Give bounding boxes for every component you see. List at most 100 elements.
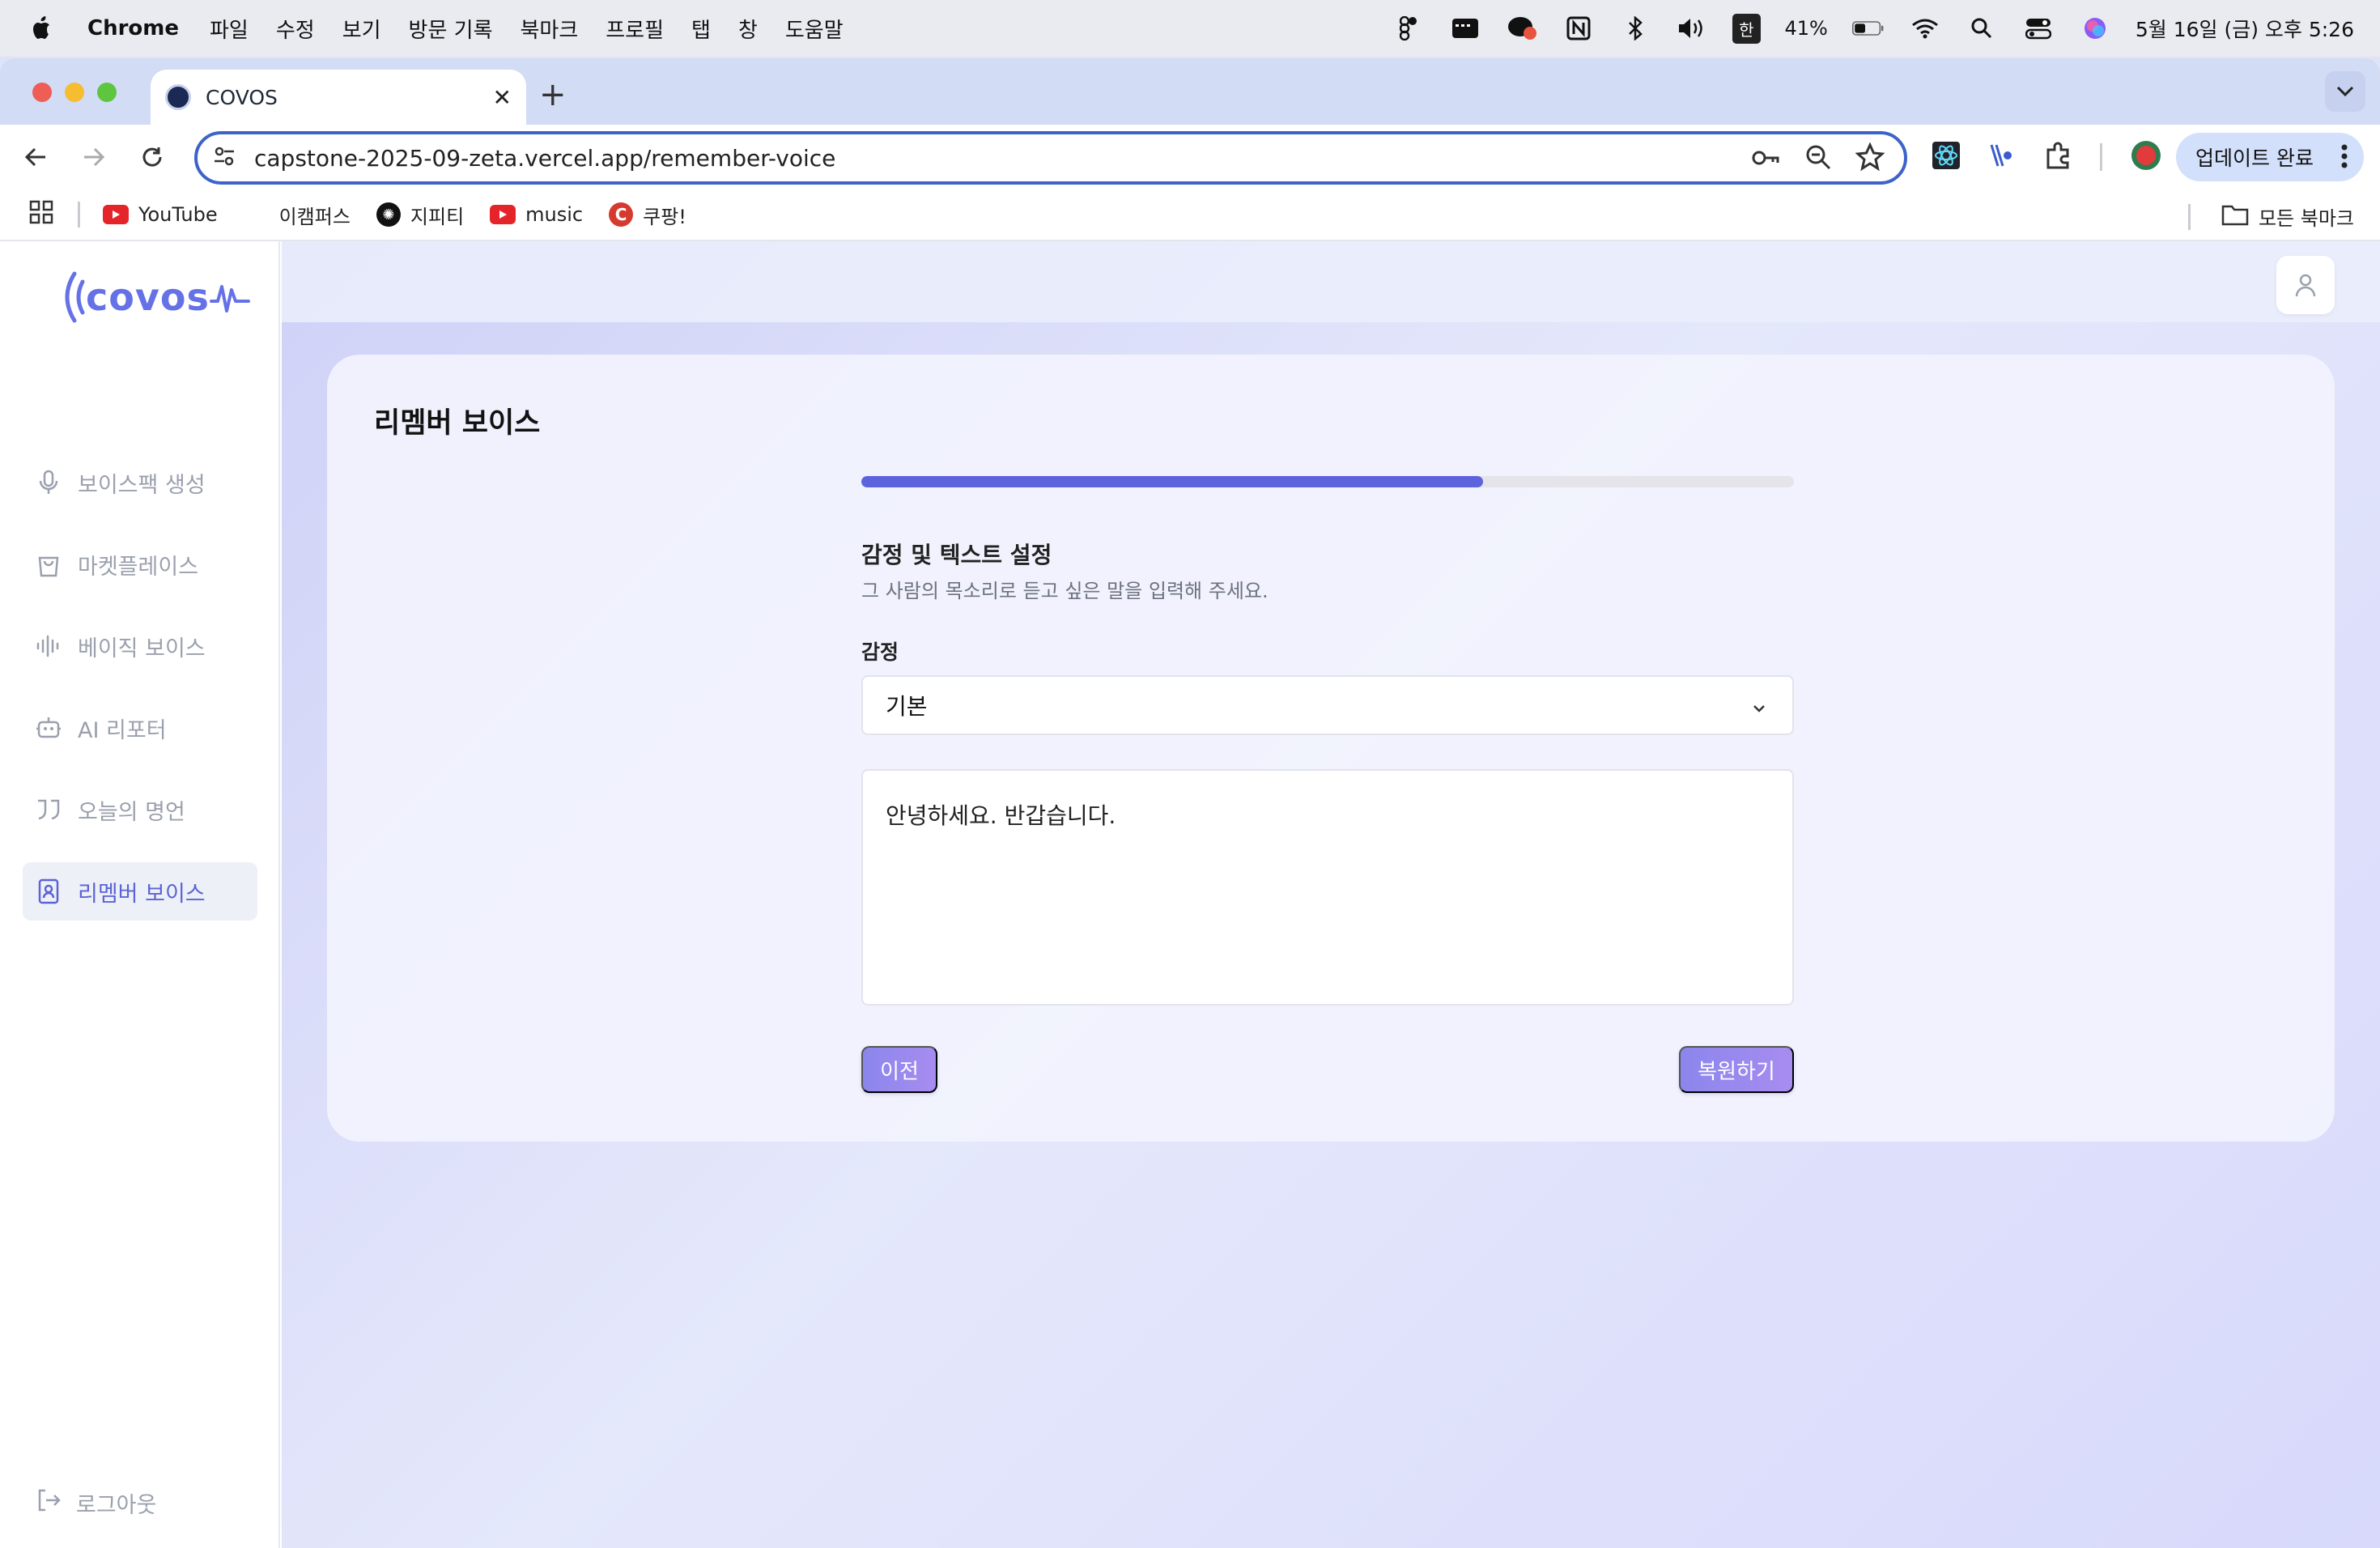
browser-toolbar: capstone-2025-09-zeta.vercel.app/remembe… xyxy=(0,125,2380,189)
tab-covos[interactable]: COVOS ✕ xyxy=(151,70,526,125)
bookmarks-divider xyxy=(78,202,80,228)
react-devtools-icon[interactable] xyxy=(1932,141,1961,173)
control-center-icon[interactable] xyxy=(2022,12,2055,45)
youtube-music-icon xyxy=(490,205,516,224)
status-area: 한 41% 5월 16일 (금) 오후 5:26 xyxy=(1392,0,2354,57)
top-bar xyxy=(282,241,2380,322)
folder-icon xyxy=(2221,203,2249,231)
contact-book-icon xyxy=(36,878,62,904)
zoom-out-icon[interactable] xyxy=(1804,142,1833,179)
remember-voice-card: 리멤버 보이스 감정 및 텍스트 설정 그 사람의 목소리로 듣고 싶은 말을 … xyxy=(327,355,2335,1142)
menu-help[interactable]: 도움말 xyxy=(785,14,844,44)
zoom-window-button[interactable] xyxy=(97,83,117,102)
bluetooth-icon[interactable] xyxy=(1619,12,1651,45)
menu-bookmarks[interactable]: 북마크 xyxy=(521,14,579,44)
sidebar-item-remember-voice[interactable]: 리멤버 보이스 xyxy=(23,862,257,921)
menu-window[interactable]: 창 xyxy=(738,14,758,44)
siri-icon[interactable] xyxy=(2079,12,2111,45)
sidebar-item-ai-reporter[interactable]: AI 리포터 xyxy=(23,699,257,757)
youtube-icon xyxy=(103,205,129,224)
sidebar: covos 보이스팩 생성 마켓플레이스 베이직 보이스 AI 리포터 오늘의 … xyxy=(0,241,280,1548)
page-title: 리멤버 보이스 xyxy=(374,407,541,440)
emotion-label: 감정 xyxy=(861,640,899,664)
menu-history[interactable]: 방문 기록 xyxy=(409,14,493,44)
clock-datetime[interactable]: 5월 16일 (금) 오후 5:26 xyxy=(2136,14,2354,43)
message-textarea[interactable]: 안녕하세요. 반갑습니다. xyxy=(861,769,1794,1006)
profile-avatar-icon[interactable] xyxy=(2130,139,2162,175)
kakaotalk-icon[interactable] xyxy=(1506,12,1538,45)
sidebar-item-marketplace[interactable]: 마켓플레이스 xyxy=(23,535,257,593)
menu-tab[interactable]: 탭 xyxy=(691,14,711,44)
bookmark-label: YouTube xyxy=(138,203,218,226)
sidebar-item-voicepack[interactable]: 보이스팩 생성 xyxy=(23,453,257,512)
covos-logo[interactable]: covos xyxy=(57,269,250,325)
coupang-icon: C xyxy=(609,202,634,227)
close-window-button[interactable] xyxy=(32,83,52,102)
bookmark-ecampus[interactable]: 이캠퍼스 xyxy=(279,201,351,229)
more-menu-icon[interactable] xyxy=(2341,144,2348,173)
macos-menubar: Chrome 파일 수정 보기 방문 기록 북마크 프로필 탭 창 도움말 한 … xyxy=(0,0,2380,57)
quote-icon xyxy=(36,797,62,823)
url-text[interactable]: capstone-2025-09-zeta.vercel.app/remembe… xyxy=(254,145,835,172)
site-settings-icon[interactable] xyxy=(212,144,236,174)
menu-file[interactable]: 파일 xyxy=(210,14,249,44)
close-tab-icon[interactable]: ✕ xyxy=(493,84,512,111)
bookmark-star-icon[interactable] xyxy=(1855,142,1885,179)
new-tab-button[interactable]: + xyxy=(539,76,567,113)
back-button[interactable] xyxy=(19,141,52,173)
screen-record-icon[interactable] xyxy=(1449,12,1481,45)
bookmark-label: music xyxy=(525,203,584,226)
forward-button[interactable] xyxy=(78,141,110,173)
bookmarks-bar: YouTube 이캠퍼스 ✺ 지피티 music C 쿠팡! 모든 북마크 xyxy=(0,189,2380,241)
section-description: 그 사람의 목소리로 듣고 싶은 말을 입력해 주세요. xyxy=(861,580,1269,602)
logo-waveform-icon xyxy=(209,285,250,313)
bookmark-music[interactable]: music xyxy=(490,203,583,226)
menu-profile[interactable]: 프로필 xyxy=(606,14,664,44)
step-progress-bar xyxy=(861,476,1794,487)
menu-app-name[interactable]: Chrome xyxy=(87,16,179,40)
tabbie-extension-icon[interactable] xyxy=(1988,143,2017,171)
menu-edit[interactable]: 수정 xyxy=(276,14,315,44)
logout-icon xyxy=(36,1487,62,1519)
browser-window: COVOS ✕ + capstone-2025-09-zeta.vercel.a… xyxy=(0,58,2380,1548)
emotion-select[interactable]: 기본 xyxy=(861,675,1794,735)
wifi-icon[interactable] xyxy=(1909,12,1941,45)
extensions-puzzle-icon[interactable] xyxy=(2045,142,2072,172)
apple-icon[interactable] xyxy=(31,15,63,41)
battery-icon[interactable] xyxy=(1851,12,1885,45)
progress-fill xyxy=(861,476,1484,487)
sidebar-item-label: 오늘의 명언 xyxy=(78,799,185,825)
apps-grid-icon[interactable] xyxy=(29,200,53,229)
tab-search-button[interactable] xyxy=(2325,71,2365,112)
notion-icon[interactable] xyxy=(1562,12,1595,45)
password-key-icon[interactable] xyxy=(1750,142,1781,179)
sidebar-item-daily-quote[interactable]: 오늘의 명언 xyxy=(23,780,257,839)
reload-button[interactable] xyxy=(136,141,168,173)
spotlight-search-icon[interactable] xyxy=(1966,12,1998,45)
address-bar[interactable]: capstone-2025-09-zeta.vercel.app/remembe… xyxy=(194,131,1907,185)
emotion-selected-value: 기본 xyxy=(886,693,928,720)
covos-app: covos 보이스팩 생성 마켓플레이스 베이직 보이스 AI 리포터 오늘의 … xyxy=(0,241,2380,1548)
update-complete-button[interactable]: 업데이트 완료 xyxy=(2176,133,2364,181)
volume-icon[interactable] xyxy=(1676,12,1708,45)
chatgpt-icon: ✺ xyxy=(376,202,401,227)
menu-view[interactable]: 보기 xyxy=(342,14,381,44)
all-bookmarks-button[interactable]: 모든 북마크 xyxy=(2187,202,2354,231)
input-method-indicator[interactable]: 한 xyxy=(1732,13,1761,44)
logout-label: 로그아웃 xyxy=(76,1493,157,1518)
restore-button[interactable]: 복원하기 xyxy=(1679,1046,1794,1093)
sidebar-item-basic-voice[interactable]: 베이직 보이스 xyxy=(23,617,257,675)
bookmark-youtube[interactable]: YouTube xyxy=(103,203,218,226)
user-profile-button[interactable] xyxy=(2276,256,2335,314)
bookmark-coupang[interactable]: C 쿠팡! xyxy=(609,201,686,229)
logout-button[interactable]: 로그아웃 xyxy=(36,1487,156,1519)
chevron-down-icon xyxy=(1750,696,1768,723)
bookmark-gpt[interactable]: ✺ 지피티 xyxy=(376,201,464,229)
bookmarks-divider xyxy=(2187,203,2191,230)
minimize-window-button[interactable] xyxy=(65,83,84,102)
figma-icon[interactable] xyxy=(1392,12,1425,45)
audio-wave-icon xyxy=(36,633,62,659)
bookmark-label: 이캠퍼스 xyxy=(278,205,351,228)
prev-button[interactable]: 이전 xyxy=(861,1046,937,1093)
all-bookmarks-label: 모든 북마크 xyxy=(2258,207,2354,230)
